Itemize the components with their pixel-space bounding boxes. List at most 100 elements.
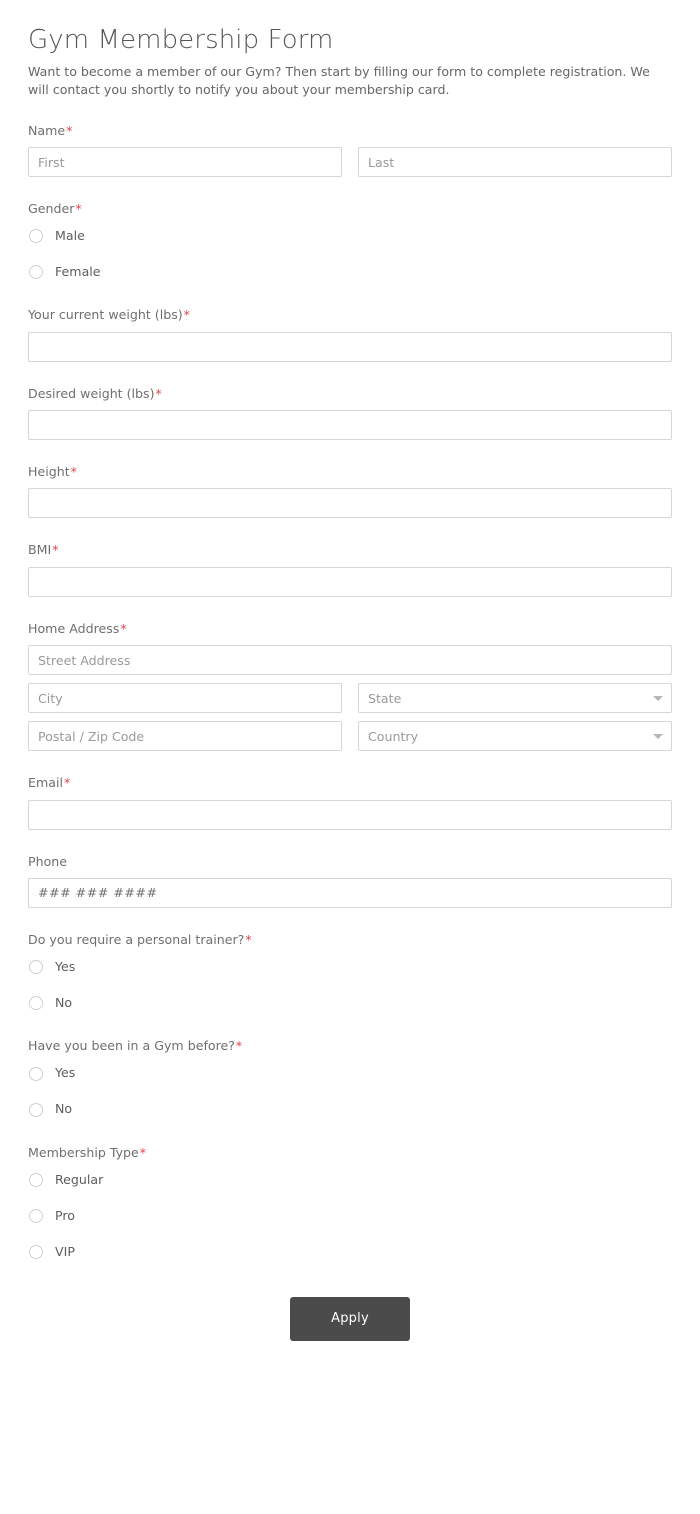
radio-circle-icon[interactable]	[29, 1208, 43, 1223]
height-input[interactable]	[28, 488, 672, 519]
label-current-weight-text: Your current weight (lbs)	[28, 307, 183, 323]
required-asterisk: *	[183, 307, 190, 323]
personal-trainer-radio-group: Yes No	[28, 956, 672, 1014]
radio-label: Yes	[55, 1065, 76, 1081]
required-asterisk: *	[235, 1038, 243, 1054]
label-home-address: Home Address*	[28, 621, 672, 637]
radio-label: Female	[55, 264, 101, 280]
field-membership-type: Membership Type* Regular Pro VIP	[28, 1145, 672, 1263]
desired-weight-input[interactable]	[28, 410, 672, 441]
radio-label: Regular	[55, 1171, 104, 1187]
current-weight-input[interactable]	[28, 331, 672, 362]
label-personal-trainer-text: Do you require a personal trainer?	[28, 931, 245, 947]
label-current-weight: Your current weight (lbs)*	[28, 307, 672, 323]
label-bmi: BMI*	[28, 542, 672, 558]
required-asterisk: *	[70, 464, 77, 480]
label-height: Height*	[28, 464, 672, 480]
radio-gym-before-yes[interactable]: Yes	[28, 1063, 672, 1085]
radio-personal-trainer-yes[interactable]: Yes	[28, 956, 672, 978]
label-gender-text: Gender	[28, 201, 75, 216]
label-height-text: Height	[28, 464, 70, 480]
radio-gender-female[interactable]: Female	[28, 261, 672, 283]
gym-membership-form: Gym Membership Form Want to become a mem…	[0, 0, 700, 1341]
city-state-row	[28, 683, 672, 714]
label-email-text: Email	[28, 775, 63, 791]
phone-input[interactable]	[28, 877, 672, 908]
required-asterisk: *	[120, 620, 127, 636]
state-dropdown-input[interactable]	[358, 683, 672, 714]
label-home-address-text: Home Address	[28, 620, 120, 636]
first-name-input[interactable]	[28, 147, 342, 177]
postal-code-input[interactable]	[28, 721, 342, 752]
required-asterisk: *	[52, 542, 59, 558]
radio-circle-icon[interactable]	[29, 229, 43, 244]
required-asterisk: *	[63, 775, 71, 791]
radio-membership-vip[interactable]: VIP	[28, 1241, 672, 1263]
gender-radio-group: Male Female	[28, 225, 672, 283]
field-current-weight: Your current weight (lbs)*	[28, 307, 672, 362]
label-desired-weight: Desired weight (lbs)*	[28, 386, 672, 402]
page-title: Gym Membership Form	[28, 25, 334, 55]
form-description: Want to become a member of our Gym? Then…	[28, 63, 650, 97]
radio-personal-trainer-no[interactable]: No	[28, 992, 672, 1014]
postal-country-row	[28, 721, 672, 752]
radio-circle-icon[interactable]	[29, 1172, 43, 1187]
label-phone: Phone	[28, 854, 672, 870]
label-gym-before: Have you been in a Gym before?*	[28, 1038, 672, 1054]
state-dropdown[interactable]	[358, 683, 672, 714]
field-gym-before: Have you been in a Gym before?* Yes No	[28, 1038, 672, 1120]
country-dropdown[interactable]	[358, 721, 672, 752]
radio-circle-icon[interactable]	[29, 960, 43, 975]
field-phone: Phone	[28, 854, 672, 908]
required-asterisk: *	[66, 122, 73, 138]
field-desired-weight: Desired weight (lbs)*	[28, 386, 672, 441]
label-membership-type-text: Membership Type	[28, 1144, 139, 1160]
label-phone-text: Phone	[28, 853, 68, 869]
field-gender: Gender* Male Female	[28, 201, 672, 283]
bmi-input[interactable]	[28, 566, 672, 597]
field-home-address: Home Address*	[28, 621, 672, 752]
label-bmi-text: BMI	[28, 542, 52, 558]
radio-label: VIP	[55, 1243, 75, 1259]
radio-circle-icon[interactable]	[29, 996, 43, 1011]
field-name: Name*	[28, 123, 672, 177]
radio-label: Male	[55, 228, 85, 244]
label-personal-trainer: Do you require a personal trainer?*	[28, 932, 672, 948]
radio-label: No	[55, 994, 73, 1010]
radio-gym-before-no[interactable]: No	[28, 1099, 672, 1121]
street-address-input[interactable]	[28, 645, 672, 676]
apply-button[interactable]: Apply	[290, 1296, 410, 1341]
radio-circle-icon[interactable]	[29, 265, 43, 280]
required-asterisk: *	[245, 931, 252, 947]
gym-before-radio-group: Yes No	[28, 1063, 672, 1121]
required-asterisk: *	[139, 1144, 147, 1160]
submit-area: Apply	[28, 1296, 672, 1341]
field-bmi: BMI*	[28, 542, 672, 597]
radio-label: Pro	[55, 1207, 75, 1223]
country-dropdown-input[interactable]	[358, 721, 672, 752]
required-asterisk: *	[155, 385, 162, 401]
label-desired-weight-text: Desired weight (lbs)	[28, 385, 155, 401]
label-name: Name*	[28, 123, 672, 139]
radio-gender-male[interactable]: Male	[28, 225, 672, 247]
required-asterisk: *	[75, 201, 82, 216]
label-membership-type: Membership Type*	[28, 1145, 672, 1161]
radio-circle-icon[interactable]	[29, 1244, 43, 1259]
field-personal-trainer: Do you require a personal trainer?* Yes …	[28, 932, 672, 1014]
label-gender: Gender*	[28, 201, 672, 217]
last-name-input[interactable]	[358, 147, 672, 177]
city-input[interactable]	[28, 683, 342, 714]
radio-circle-icon[interactable]	[29, 1102, 43, 1117]
name-inputs-row	[28, 147, 672, 177]
required-asterisk	[67, 854, 68, 869]
radio-circle-icon[interactable]	[29, 1066, 43, 1081]
label-gym-before-text: Have you been in a Gym before?	[28, 1038, 235, 1054]
radio-membership-regular[interactable]: Regular	[28, 1169, 672, 1191]
label-name-text: Name	[28, 122, 66, 138]
field-height: Height*	[28, 464, 672, 519]
field-email: Email*	[28, 775, 672, 830]
email-input[interactable]	[28, 799, 672, 830]
radio-membership-pro[interactable]: Pro	[28, 1205, 672, 1227]
membership-type-radio-group: Regular Pro VIP	[28, 1169, 672, 1263]
radio-label: No	[55, 1101, 73, 1117]
